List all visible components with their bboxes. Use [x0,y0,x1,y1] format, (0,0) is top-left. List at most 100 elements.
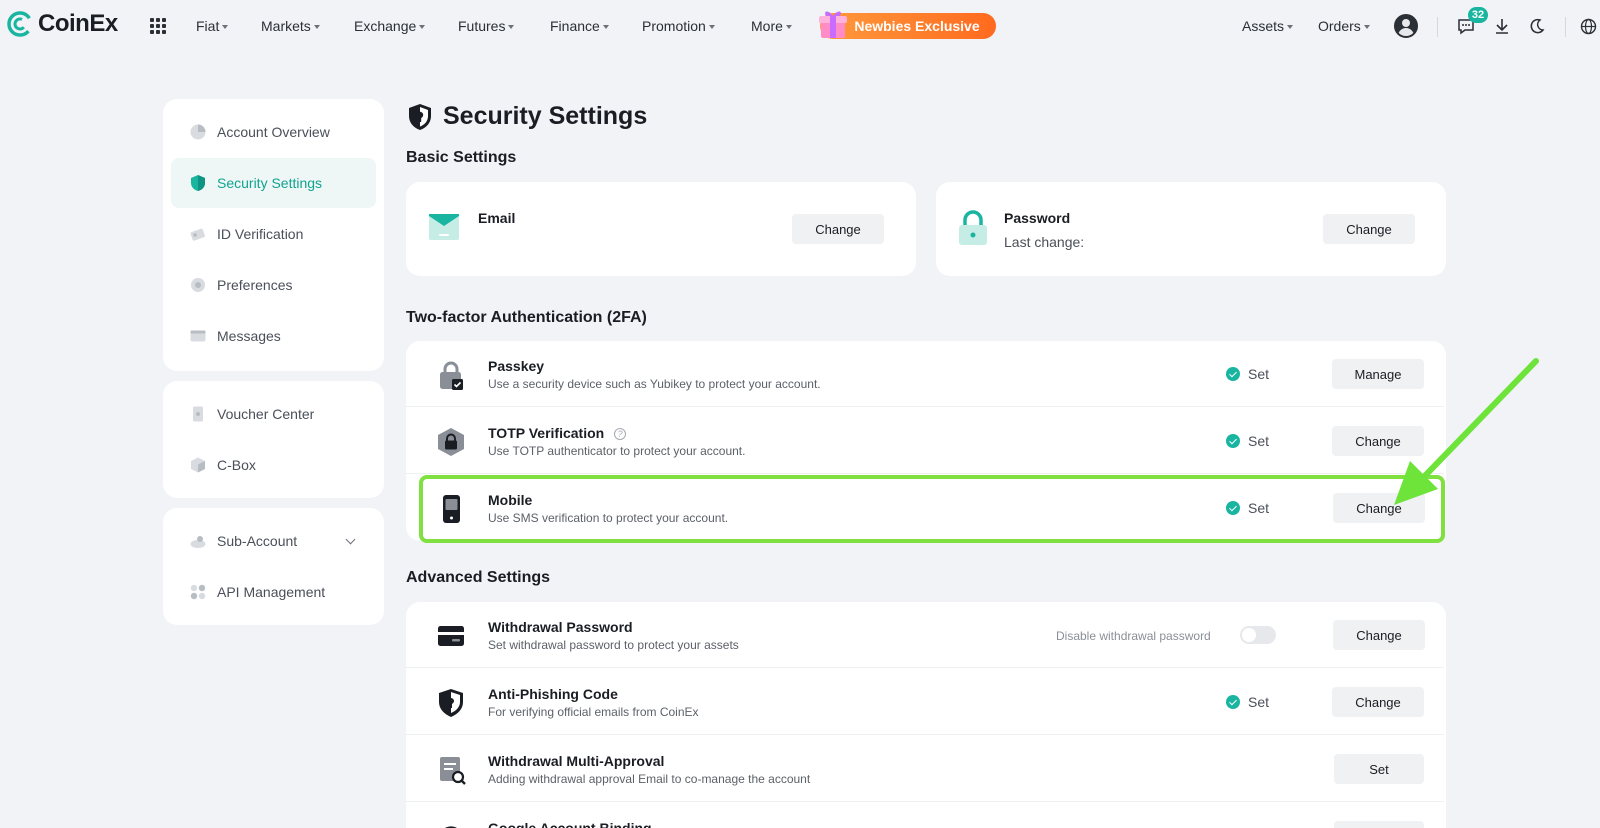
gift-icon [819,11,847,38]
shield-icon [191,175,205,191]
id-card-icon [190,228,205,241]
passkey-lock-icon [440,361,463,390]
sidebar-rewards-group: Voucher Center C-Box [163,381,384,498]
disable-withdrawal-password-toggle[interactable] [1240,626,1276,644]
api-icon [190,584,206,600]
twofa-card: Passkey Use a security device such as Yu… [406,341,1446,541]
multi-approval-title: Withdrawal Multi-Approval [488,753,665,769]
advanced-row-google-binding: Google Account Binding [406,803,1444,828]
caret-down-icon [1363,24,1370,29]
sidebar-item-c-box[interactable]: C-Box [171,440,376,490]
coinex-logo-icon [7,11,33,37]
globe-icon[interactable] [1578,16,1598,36]
mobile-change-button[interactable]: Change [1333,493,1425,523]
dark-mode-moon-icon[interactable] [1527,16,1547,36]
totp-hexagon-lock-icon [438,428,464,456]
advanced-card: Withdrawal Password Set withdrawal passw… [406,602,1446,828]
passkey-manage-button[interactable]: Manage [1332,359,1424,389]
google-binding-button[interactable] [1334,821,1424,828]
sidebar-account-group: Account Overview Security Settings ID Ve… [163,99,384,371]
notification-count-badge: 32 [1468,7,1488,23]
download-icon[interactable] [1492,16,1512,36]
chevron-down-icon[interactable] [345,534,356,545]
anti-phishing-status: Set [1226,694,1269,710]
withdrawal-password-description: Set withdrawal password to protect your … [488,638,739,652]
box-icon [191,457,205,473]
nav-fiat[interactable]: Fiat [196,18,229,34]
divider [1565,17,1566,37]
twofa-row-mobile: Mobile Use SMS verification to protect y… [406,475,1444,541]
sidebar-item-id-verification[interactable]: ID Verification [171,209,376,259]
caret-down-icon [1287,24,1294,29]
avatar[interactable] [1394,14,1418,38]
email-envelope-icon [429,214,459,240]
help-question-icon[interactable]: ? [614,428,627,440]
sidebar-item-sub-account[interactable]: Sub-Account [171,516,376,566]
caret-down-icon [508,24,515,29]
mobile-status: Set [1226,500,1269,516]
pie-chart-icon [190,124,206,140]
email-card: Email Change [406,182,916,276]
sidebar-item-preferences[interactable]: Preferences [171,260,376,310]
sidebar-item-messages[interactable]: Messages [171,311,376,361]
mobile-description: Use SMS verification to protect your acc… [488,511,729,525]
sidebar-item-security-settings[interactable]: Security Settings [171,158,376,208]
check-circle-icon [1226,501,1240,515]
withdrawal-password-change-button[interactable]: Change [1333,620,1425,650]
nav-markets[interactable]: Markets [261,18,320,34]
twofa-heading: Two-factor Authentication (2FA) [406,309,647,326]
nav-more[interactable]: More [751,18,792,34]
sidebar-item-voucher-center[interactable]: Voucher Center [171,389,376,439]
totp-description: Use TOTP authenticator to protect your a… [488,444,746,458]
google-icon [445,826,457,828]
totp-change-button[interactable]: Change [1332,426,1424,456]
nav-assets[interactable]: Assets [1242,18,1294,34]
passkey-description: Use a security device such as Yubikey to… [488,377,821,391]
advanced-row-anti-phishing: Anti-Phishing Code For verifying officia… [406,669,1444,735]
sidebar-item-api-management[interactable]: API Management [171,567,376,617]
caret-down-icon [419,24,426,29]
nav-futures[interactable]: Futures [458,18,515,34]
disable-withdrawal-password-label: Disable withdrawal password [1056,629,1211,643]
nav-finance[interactable]: Finance [550,18,609,34]
email-label: Email [478,210,516,226]
caret-down-icon [313,24,320,29]
mobile-title: Mobile [488,492,533,508]
sub-account-icon [190,536,206,548]
check-circle-icon [1226,695,1240,709]
twofa-row-passkey: Passkey Use a security device such as Yu… [406,341,1444,407]
voucher-icon [193,406,203,422]
anti-phishing-shield-icon [439,689,463,717]
check-circle-icon [1226,367,1240,381]
nav-promotion[interactable]: Promotion [642,18,715,34]
advanced-row-withdrawal-multi-approval: Withdrawal Multi-Approval Adding withdra… [406,736,1444,802]
anti-phishing-change-button[interactable]: Change [1332,687,1424,717]
caret-down-icon [785,24,792,29]
check-circle-icon [1226,434,1240,448]
multi-approval-description: Adding withdrawal approval Email to co-m… [488,772,811,786]
message-icon [190,330,206,342]
advanced-row-withdrawal-password: Withdrawal Password Set withdrawal passw… [406,602,1444,668]
passkey-status: Set [1226,366,1269,382]
password-last-change: Last change: [1004,234,1085,250]
page-title: Security Settings [443,102,648,130]
basic-settings-heading: Basic Settings [406,149,517,166]
password-card: Password Last change: Change [936,182,1446,276]
multi-approval-set-button[interactable]: Set [1334,754,1424,784]
mobile-phone-icon [443,495,460,523]
email-change-button[interactable]: Change [792,214,884,244]
caret-down-icon [602,24,609,29]
coinex-logo[interactable]: CoinEx [6,10,118,38]
sidebar-api-group: Sub-Account API Management [163,508,384,625]
gear-icon [191,278,205,292]
sidebar-item-account-overview[interactable]: Account Overview [171,107,376,157]
twofa-row-totp: TOTP Verification? Use TOTP authenticato… [406,408,1444,474]
apps-grid-icon[interactable] [150,18,166,34]
totp-status: Set [1226,433,1269,449]
password-label: Password [1004,210,1071,226]
nav-orders[interactable]: Orders [1318,18,1370,34]
divider [1437,17,1438,37]
password-change-button[interactable]: Change [1323,214,1415,244]
nav-exchange[interactable]: Exchange [354,18,426,34]
caret-down-icon [708,24,715,29]
